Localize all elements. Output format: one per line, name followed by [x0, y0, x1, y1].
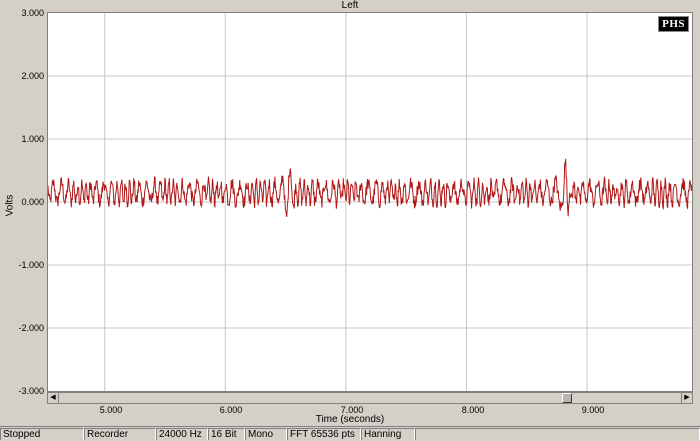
scroll-right-button[interactable]: ▶ [681, 393, 692, 403]
status-window: Hanning [361, 428, 415, 440]
plot-title: Left [341, 0, 359, 11]
waveform-trace [48, 158, 692, 217]
phs-logo: PHS [658, 16, 689, 32]
x-axis-label: Time (seconds) [315, 414, 385, 425]
y-tick-label: -1.000 [18, 260, 44, 270]
status-channels: Mono [245, 428, 287, 440]
y-tick-label: 1.000 [21, 134, 44, 144]
status-fft: FFT 65536 pts [287, 428, 361, 440]
status-bar: Stopped Recorder 24000 Hz 16 Bit Mono FF… [0, 426, 700, 440]
y-tick-label: 0.000 [21, 197, 44, 207]
y-tick-label: -2.000 [18, 323, 44, 333]
y-tick-label: 2.000 [21, 71, 44, 81]
horizontal-scrollbar[interactable]: ◀ ▶ [47, 392, 693, 404]
status-mode: Recorder [84, 428, 156, 440]
scroll-thumb[interactable] [562, 393, 573, 403]
status-sample-rate: 24000 Hz [156, 428, 208, 440]
y-tick-label: -3.000 [18, 386, 44, 396]
waveform-svg [48, 13, 692, 391]
waveform-plot[interactable]: PHS [47, 12, 693, 392]
status-bit-depth: 16 Bit [208, 428, 245, 440]
status-empty [415, 428, 700, 440]
y-tick-label: 3.000 [21, 8, 44, 18]
status-state: Stopped [0, 428, 84, 440]
scroll-left-button[interactable]: ◀ [48, 393, 59, 403]
